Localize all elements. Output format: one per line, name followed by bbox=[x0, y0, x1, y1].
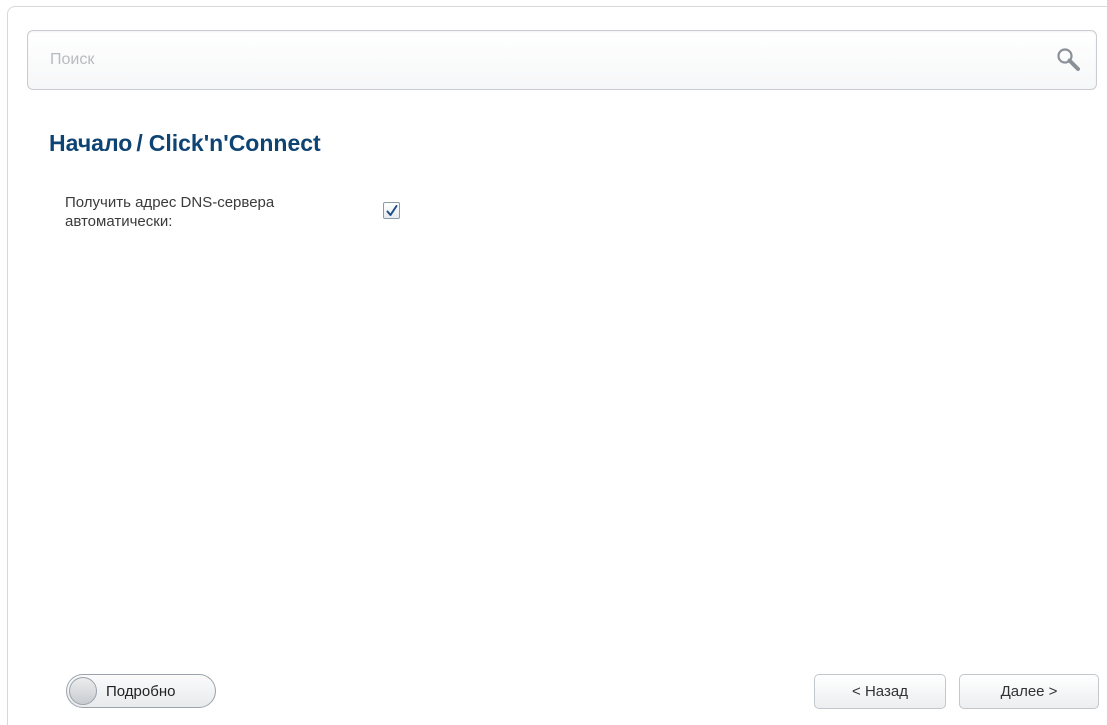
dns-auto-checkbox[interactable] bbox=[383, 202, 400, 219]
details-toggle[interactable]: Подробно bbox=[66, 674, 216, 708]
details-toggle-label: Подробно bbox=[106, 683, 176, 700]
search-box bbox=[27, 30, 1097, 90]
search-icon[interactable] bbox=[1056, 47, 1082, 73]
next-button[interactable]: Далее > bbox=[959, 674, 1099, 709]
checkmark-icon bbox=[386, 205, 398, 216]
dns-auto-label: Получить адрес DNS-сервера автоматически… bbox=[65, 194, 275, 230]
back-button[interactable]: < Назад bbox=[814, 674, 946, 709]
toggle-knob bbox=[69, 677, 97, 705]
page-title: Click'n'Connect bbox=[148, 130, 321, 156]
search-input[interactable] bbox=[29, 32, 1029, 88]
content-frame bbox=[7, 6, 1107, 725]
breadcrumb-separator: / bbox=[136, 130, 143, 156]
breadcrumb-home[interactable]: Начало bbox=[49, 130, 132, 156]
breadcrumb: Начало / Click'n'Connect bbox=[49, 130, 321, 157]
